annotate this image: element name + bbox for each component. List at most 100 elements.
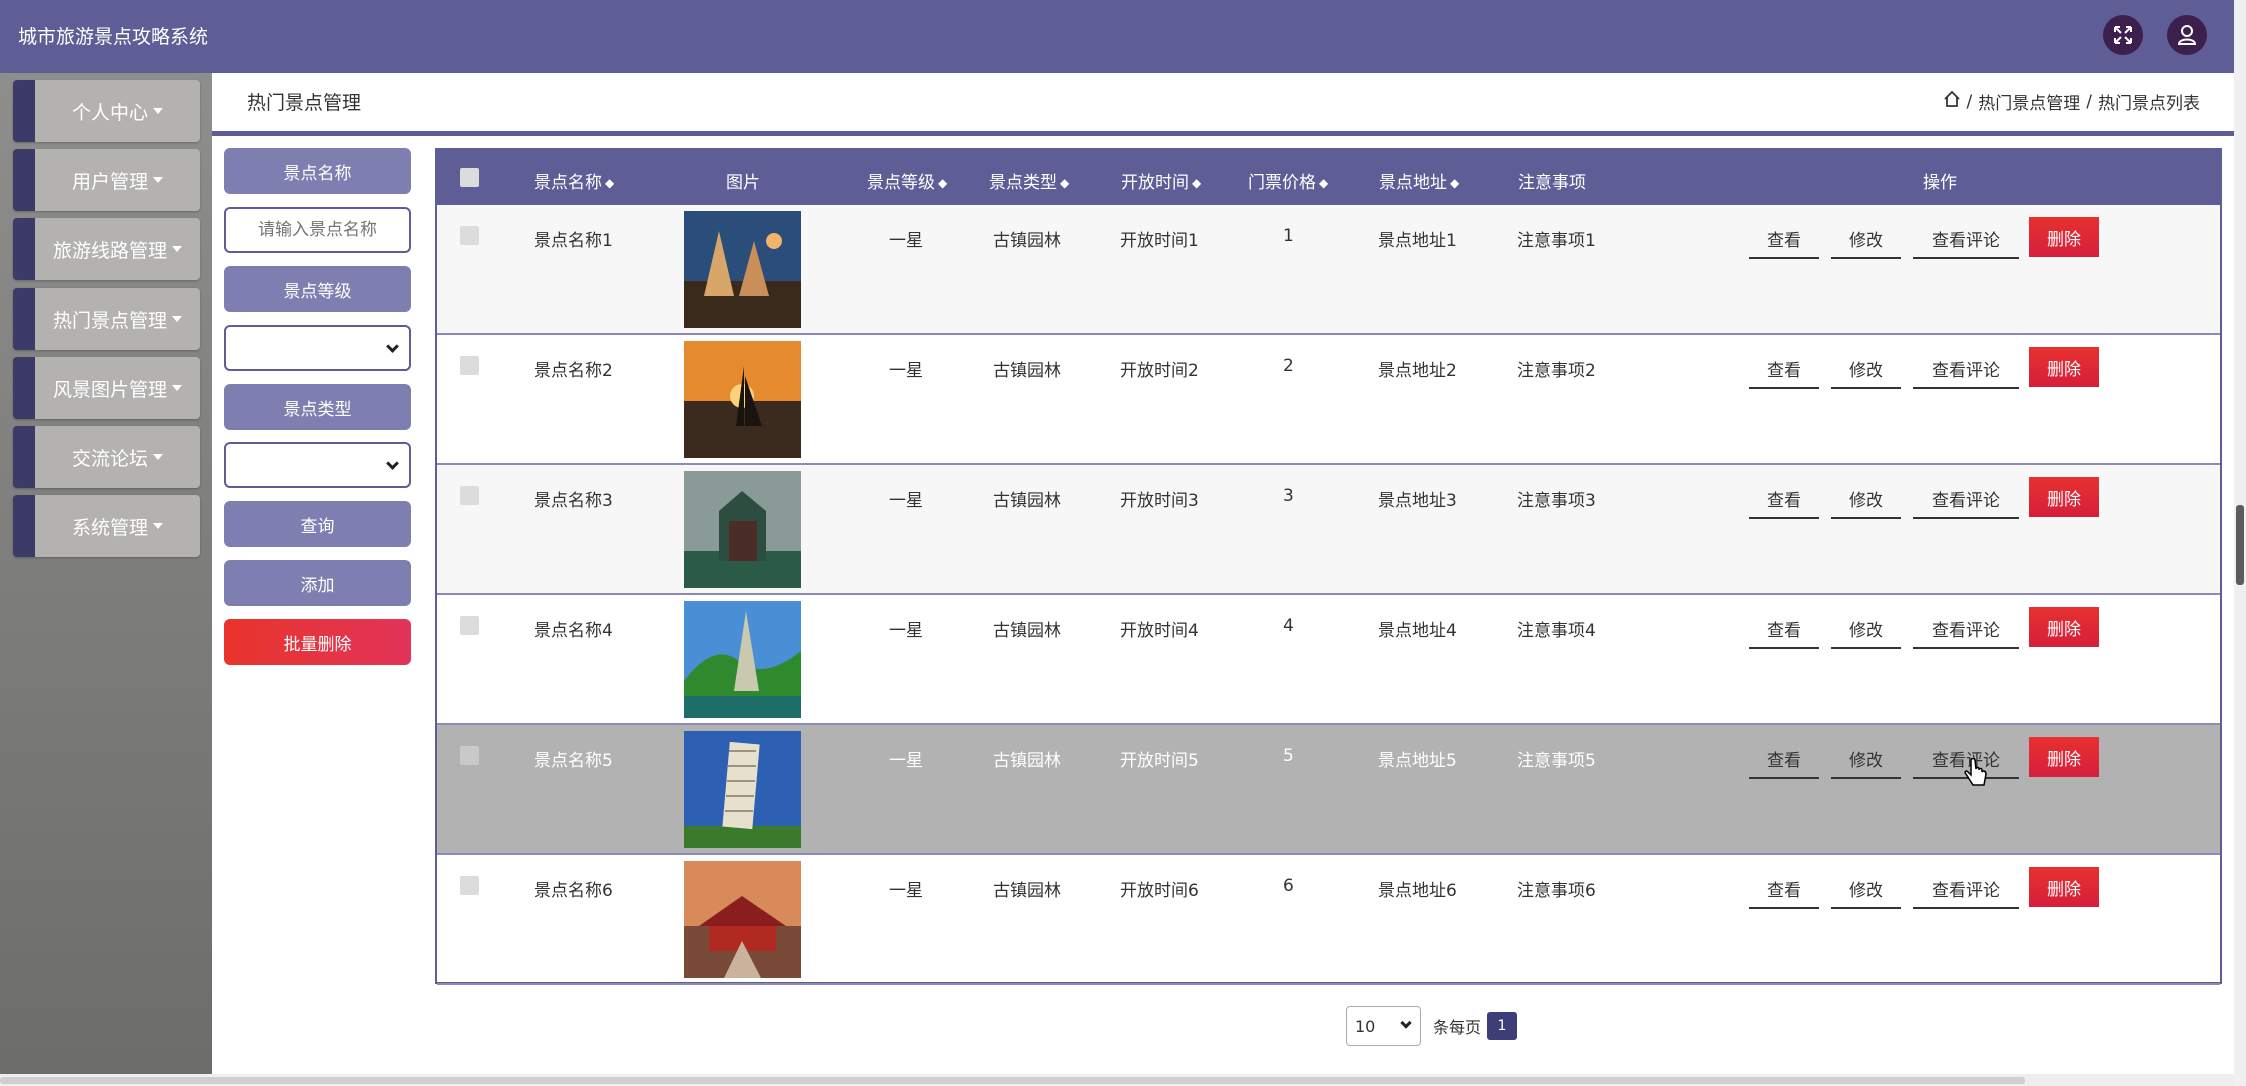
chevron-down-icon [386, 457, 399, 470]
edit-button[interactable]: 修改 [1831, 479, 1901, 519]
edit-button[interactable]: 修改 [1831, 739, 1901, 779]
table-row[interactable]: 景点名称3 一星 古镇园林 开放时间3 3 景点地址3 注意事项3 查看 修改 查看评论 删除 [437, 465, 2220, 595]
cell-notes: 注意事项2 [1517, 361, 1596, 381]
attraction-thumbnail[interactable] [684, 601, 801, 718]
view-comments-button[interactable]: 查看评论 [1913, 349, 2019, 389]
edit-button[interactable]: 修改 [1831, 349, 1901, 389]
delete-button[interactable]: 删除 [2029, 737, 2099, 777]
delete-button[interactable]: 删除 [2029, 347, 2099, 387]
sidebar-item-label: 热门景点管理 [52, 309, 167, 332]
view-button[interactable]: 查看 [1749, 869, 1819, 909]
breadcrumb-section[interactable]: 热门景点管理 [1978, 89, 2080, 114]
attractions-table: 景点名称 ◆ 图片 景点等级 ◆ 景点类型 ◆ 开放时间 ◆ 门票价格 ◆ 景点地址 ◆ 注… [435, 148, 2222, 985]
attraction-thumbnail[interactable] [684, 211, 801, 328]
column-header-level[interactable]: 景点等级 ◆ [867, 168, 947, 193]
column-header-label: 注意事项 [1518, 173, 1586, 193]
caret-down-icon [153, 454, 163, 460]
type-select[interactable] [224, 442, 411, 488]
attraction-thumbnail[interactable] [684, 471, 801, 588]
page-size-select[interactable]: 10 [1346, 1006, 1421, 1046]
sort-icon: ◆ [1319, 176, 1329, 190]
table-row[interactable]: 景点名称1 一星 古镇园林 开放时间1 1 景点地址1 注意事项1 查看 修改 查看评论 删除 [437, 205, 2220, 335]
edit-button[interactable]: 修改 [1831, 219, 1901, 259]
view-button[interactable]: 查看 [1749, 739, 1819, 779]
edit-button[interactable]: 修改 [1831, 609, 1901, 649]
sidebar-item-forum[interactable]: 交流论坛 [13, 426, 200, 488]
home-icon[interactable] [1943, 90, 1961, 113]
column-header-label: 图片 [726, 173, 760, 193]
caret-down-icon [153, 523, 163, 529]
view-button[interactable]: 查看 [1749, 349, 1819, 389]
user-icon[interactable] [2167, 15, 2207, 55]
view-comments-button[interactable]: 查看评论 [1913, 479, 2019, 519]
sidebar-item-attraction-management[interactable]: 热门景点管理 [13, 288, 200, 350]
cell-price: 5 [1283, 746, 1294, 766]
attraction-thumbnail[interactable] [684, 861, 801, 978]
sidebar-item-scenery-images[interactable]: 风景图片管理 [13, 357, 200, 419]
delete-button[interactable]: 删除 [2029, 607, 2099, 647]
view-button[interactable]: 查看 [1749, 479, 1819, 519]
column-header-price[interactable]: 门票价格 ◆ [1248, 168, 1328, 193]
view-button[interactable]: 查看 [1749, 609, 1819, 649]
cell-notes: 注意事项6 [1517, 881, 1596, 901]
cell-type: 古镇园林 [993, 361, 1061, 381]
table-row[interactable]: 景点名称6 一星 古镇园林 开放时间6 6 景点地址6 注意事项6 查看 修改 查看评论 删除 [437, 855, 2220, 985]
cell-price: 3 [1283, 486, 1294, 506]
column-header-label: 景点类型 [989, 173, 1057, 193]
sidebar: 个人中心 用户管理 旅游线路管理 热门景点管理 风景图片管理 交流论坛 系统管理 [0, 73, 212, 1086]
sidebar-item-system-management[interactable]: 系统管理 [13, 495, 200, 557]
column-header-address[interactable]: 景点地址 ◆ [1379, 168, 1459, 193]
level-filter-label: 景点等级 [224, 266, 411, 312]
level-select[interactable] [224, 325, 411, 371]
column-header-open-time[interactable]: 开放时间 ◆ [1121, 168, 1201, 193]
edit-button[interactable]: 修改 [1831, 869, 1901, 909]
query-button[interactable]: 查询 [224, 501, 411, 547]
row-checkbox[interactable] [460, 486, 479, 505]
page-number-button[interactable]: 1 [1487, 1012, 1518, 1040]
scrollbar-thumb[interactable] [0, 1077, 2025, 1084]
cell-type: 古镇园林 [993, 881, 1061, 901]
row-checkbox[interactable] [460, 356, 479, 375]
cell-type: 古镇园林 [993, 751, 1061, 771]
delete-button[interactable]: 删除 [2029, 217, 2099, 257]
batch-delete-button[interactable]: 批量删除 [224, 619, 411, 665]
attraction-thumbnail[interactable] [684, 341, 801, 458]
column-header-notes: 注意事项 [1518, 168, 1586, 193]
sidebar-item-label: 用户管理 [71, 170, 148, 193]
vertical-scrollbar[interactable] [2234, 0, 2246, 1086]
row-checkbox[interactable] [460, 616, 479, 635]
select-all-checkbox[interactable] [460, 168, 479, 187]
cell-name: 景点名称5 [534, 751, 613, 771]
delete-button[interactable]: 删除 [2029, 477, 2099, 517]
cell-notes: 注意事项5 [1517, 751, 1596, 771]
horizontal-scrollbar[interactable] [0, 1074, 2234, 1086]
view-comments-button[interactable]: 查看评论 [1913, 609, 2019, 649]
sidebar-item-route-management[interactable]: 旅游线路管理 [13, 218, 200, 280]
row-checkbox[interactable] [460, 876, 479, 895]
cell-level: 一星 [889, 751, 923, 771]
row-checkbox[interactable] [460, 746, 479, 765]
row-checkbox[interactable] [460, 226, 479, 245]
sidebar-item-user-management[interactable]: 用户管理 [13, 149, 200, 211]
column-header-type[interactable]: 景点类型 ◆ [989, 168, 1069, 193]
cell-name: 景点名称4 [534, 621, 613, 641]
add-button[interactable]: 添加 [224, 560, 411, 606]
table-row[interactable]: 景点名称5 一星 古镇园林 开放时间5 5 景点地址5 注意事项5 查看 修改 查看评论 删除 [437, 725, 2220, 855]
view-button[interactable]: 查看 [1749, 219, 1819, 259]
view-comments-button[interactable]: 查看评论 [1913, 869, 2019, 909]
scrollbar-thumb[interactable] [2236, 505, 2244, 585]
cell-notes: 注意事项3 [1517, 491, 1596, 511]
delete-button[interactable]: 删除 [2029, 867, 2099, 907]
column-header-name[interactable]: 景点名称 ◆ [534, 168, 614, 193]
cell-type: 古镇园林 [993, 231, 1061, 251]
name-search-input[interactable] [224, 207, 411, 253]
table-row[interactable]: 景点名称2 一星 古镇园林 开放时间2 2 景点地址2 注意事项2 查看 修改 查看评论 删除 [437, 335, 2220, 465]
sidebar-item-personal-center[interactable]: 个人中心 [13, 80, 200, 142]
breadcrumb-separator: / [1966, 91, 1973, 112]
fullscreen-icon[interactable] [2103, 15, 2143, 55]
attraction-thumbnail[interactable] [684, 731, 801, 848]
caret-down-icon [172, 246, 182, 252]
view-comments-button[interactable]: 查看评论 [1913, 219, 2019, 259]
table-row[interactable]: 景点名称4 一星 古镇园林 开放时间4 4 景点地址4 注意事项4 查看 修改 查看评论 删除 [437, 595, 2220, 725]
cell-type: 古镇园林 [993, 491, 1061, 511]
